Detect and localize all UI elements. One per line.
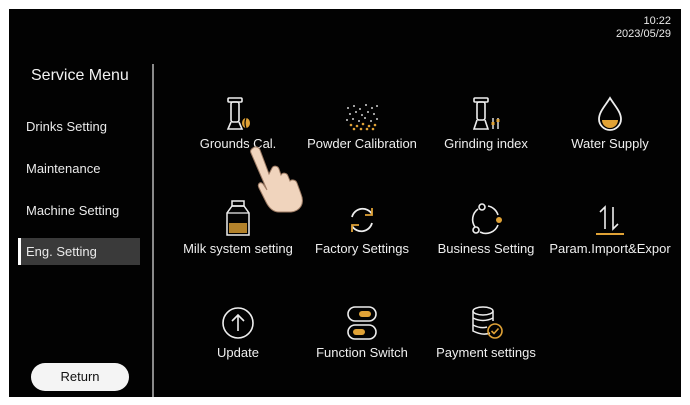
clock-time: 10:22 (643, 15, 671, 27)
sidebar-title: Service Menu (31, 67, 129, 84)
grinder-icon (422, 92, 550, 132)
tile-label: Param.Import&Expor (549, 241, 671, 256)
sidebar-item-label: Eng. Setting (26, 244, 97, 259)
tile-factory-settings[interactable]: Factory Settings (298, 197, 426, 277)
tile-water-supply[interactable]: Water Supply (546, 92, 674, 172)
sidebar-item-drinks-setting[interactable]: Drinks Setting (18, 113, 140, 140)
toggle-switch-icon (298, 301, 426, 341)
tile-function-switch[interactable]: Function Switch (298, 301, 426, 381)
tile-grinding-index[interactable]: Grinding index (422, 92, 550, 172)
tile-update[interactable]: Update (174, 301, 302, 381)
sidebar-item-machine-setting[interactable]: Machine Setting (18, 197, 140, 224)
grounds-canister-icon (174, 92, 302, 132)
tile-label: Water Supply (571, 136, 649, 151)
sidebar-item-label: Machine Setting (26, 203, 120, 218)
sidebar-item-label: Maintenance (26, 161, 101, 176)
sidebar-item-eng-setting[interactable]: Eng. Setting (18, 238, 140, 265)
status-clock: 10:22 2023/05/29 (616, 15, 671, 41)
powder-icon (298, 92, 426, 132)
import-export-icon (546, 197, 674, 237)
tile-param-import-export[interactable]: Param.Import&Expor (546, 197, 674, 277)
tile-business-setting[interactable]: Business Setting (422, 197, 550, 277)
network-cycle-icon (422, 197, 550, 237)
upload-circle-icon (174, 301, 302, 341)
water-drop-icon (546, 92, 674, 132)
tile-label: Payment settings (436, 345, 536, 360)
clock-date: 2023/05/29 (615, 28, 671, 40)
service-menu-screen: 10:22 2023/05/29 Service Menu Drinks Set… (9, 9, 681, 397)
sidebar-item-maintenance[interactable]: Maintenance (18, 155, 140, 182)
reset-cycle-icon (298, 197, 426, 237)
tile-payment-settings[interactable]: Payment settings (422, 301, 550, 381)
pointing-hand-icon (245, 144, 311, 214)
database-check-icon (422, 301, 550, 341)
tile-powder-calibration[interactable]: Powder Calibration (298, 92, 426, 172)
return-button[interactable]: Return (31, 363, 129, 391)
sidebar-item-label: Drinks Setting (26, 119, 107, 134)
sidebar-divider (152, 64, 154, 397)
active-indicator (18, 238, 21, 265)
